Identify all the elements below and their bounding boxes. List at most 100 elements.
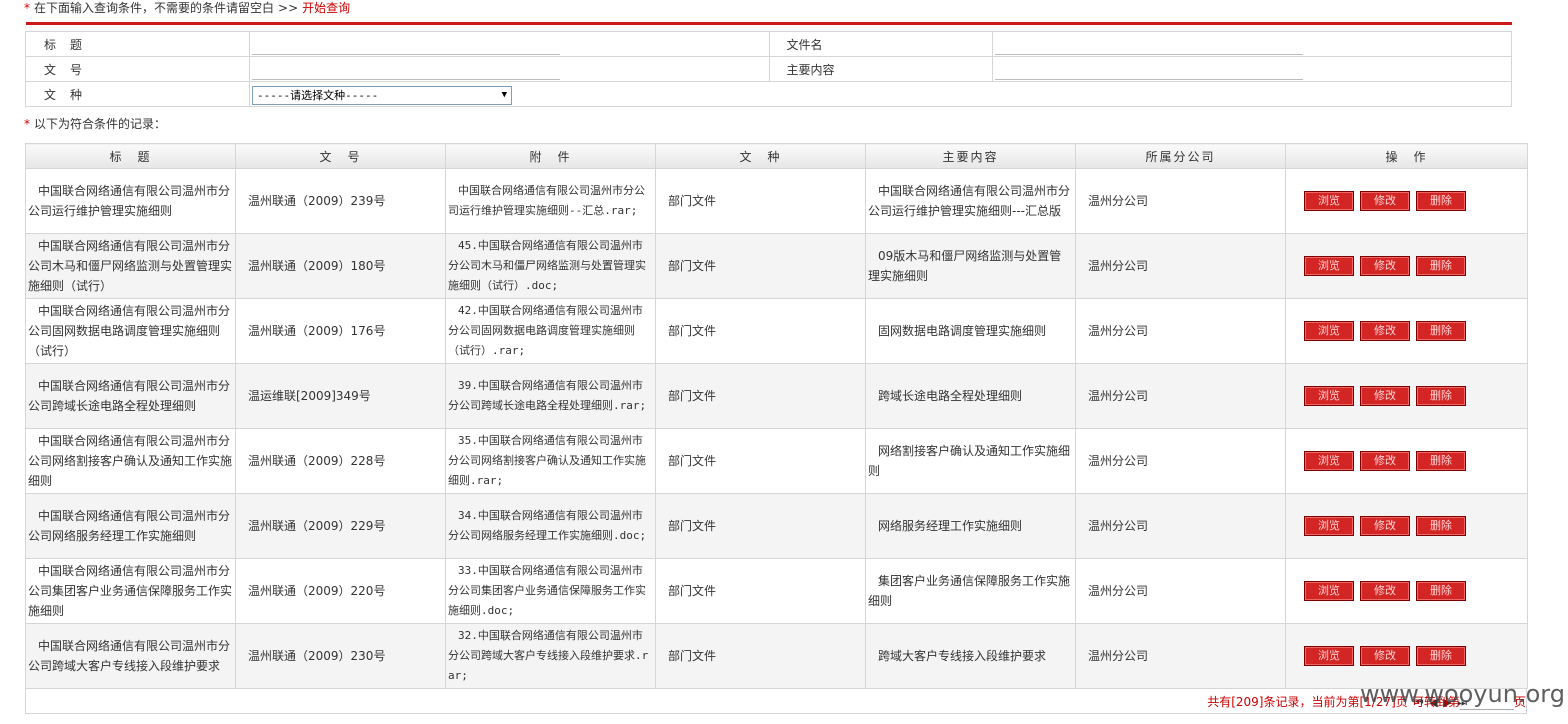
delete-button[interactable]: 删除 — [1416, 386, 1466, 406]
table-row: 中国联合网络通信有限公司温州市分公司网络割接客户确认及通知工作实施细则 温州联通… — [25, 428, 1528, 494]
cell-docno: 温州联通（2009）229号 — [235, 493, 446, 559]
cell-title: 中国联合网络通信有限公司温州市分公司运行维护管理实施细则 — [25, 168, 236, 234]
docno-input[interactable] — [252, 61, 560, 80]
col-header-attachment: 附 件 — [445, 143, 656, 169]
cell-attachment[interactable]: 45.中国联合网络通信有限公司温州市分公司木马和僵尸网络监测与处置管理实施细则（… — [445, 233, 656, 299]
content-label: 主要内容 — [768, 56, 993, 82]
cell-branch: 温州分公司 — [1075, 298, 1286, 364]
view-button[interactable]: 浏览 — [1304, 191, 1354, 211]
content-input[interactable] — [994, 61, 1303, 80]
cell-branch: 温州分公司 — [1075, 623, 1286, 689]
delete-button[interactable]: 删除 — [1416, 256, 1466, 276]
red-divider — [26, 22, 1512, 25]
cell-content: 跨域长途电路全程处理细则 — [865, 363, 1076, 429]
cell-branch: 温州分公司 — [1075, 168, 1286, 234]
cell-doctype: 部门文件 — [655, 233, 866, 299]
view-button[interactable]: 浏览 — [1304, 321, 1354, 341]
view-button[interactable]: 浏览 — [1304, 646, 1354, 666]
cell-attachment[interactable]: 32.中国联合网络通信有限公司温州市分公司跨域大客户专线接入段维护要求.rar; — [445, 623, 656, 689]
results-table: 标 题 文 号 附 件 文 种 主要内容 所属分公司 操 作 中国联合网络通信有… — [25, 143, 1528, 689]
table-row: 中国联合网络通信有限公司温州市分公司集团客户业务通信保障服务工作实施细则 温州联… — [25, 558, 1528, 624]
cell-docno: 温州联通（2009）220号 — [235, 558, 446, 624]
cell-title: 中国联合网络通信有限公司温州市分公司跨域大客户专线接入段维护要求 — [25, 623, 236, 689]
cell-docno: 温州联通（2009）239号 — [235, 168, 446, 234]
edit-button[interactable]: 修改 — [1360, 386, 1410, 406]
delete-button[interactable]: 删除 — [1416, 646, 1466, 666]
cell-content: 中国联合网络通信有限公司温州市分公司运行维护管理实施细则---汇总版 — [865, 168, 1076, 234]
cell-branch: 温州分公司 — [1075, 428, 1286, 494]
cell-attachment[interactable]: 34.中国联合网络通信有限公司温州市分公司网络服务经理工作实施细则.doc; — [445, 493, 656, 559]
cell-title: 中国联合网络通信有限公司温州市分公司网络割接客户确认及通知工作实施细则 — [25, 428, 236, 494]
cell-actions: 浏览 修改 删除 — [1285, 493, 1528, 559]
cell-title: 中国联合网络通信有限公司温州市分公司固网数据电路调度管理实施细则（试行） — [25, 298, 236, 364]
cell-doctype: 部门文件 — [655, 168, 866, 234]
table-row: 中国联合网络通信有限公司温州市分公司运行维护管理实施细则 温州联通（2009）2… — [25, 168, 1528, 234]
cell-docno: 温州联通（2009）180号 — [235, 233, 446, 299]
cell-content: 网络服务经理工作实施细则 — [865, 493, 1076, 559]
start-query-link[interactable]: 开始查询 — [302, 1, 350, 15]
cell-doctype: 部门文件 — [655, 298, 866, 364]
cell-doctype: 部门文件 — [655, 623, 866, 689]
cell-branch: 温州分公司 — [1075, 363, 1286, 429]
col-header-doctype: 文 种 — [655, 143, 866, 169]
results-hint-text: 以下为符合条件的记录： — [34, 117, 167, 131]
doctype-select[interactable]: -----请选择文种----- ▼ — [252, 85, 512, 105]
cell-actions: 浏览 修改 删除 — [1285, 623, 1528, 689]
col-header-docno: 文 号 — [235, 143, 446, 169]
cell-docno: 温运维联[2009]349号 — [235, 363, 446, 429]
view-button[interactable]: 浏览 — [1304, 386, 1354, 406]
filename-label: 文件名 — [768, 31, 993, 57]
delete-button[interactable]: 删除 — [1416, 581, 1466, 601]
delete-button[interactable]: 删除 — [1416, 321, 1466, 341]
table-row: 中国联合网络通信有限公司温州市分公司跨域大客户专线接入段维护要求 温州联通（20… — [25, 623, 1528, 689]
table-row: 中国联合网络通信有限公司温州市分公司跨域长途电路全程处理细则 温运维联[2009… — [25, 363, 1528, 429]
cell-actions: 浏览 修改 删除 — [1285, 233, 1528, 299]
doctype-select-value: -----请选择文种----- — [257, 88, 379, 102]
cell-branch: 温州分公司 — [1075, 493, 1286, 559]
table-row: 中国联合网络通信有限公司温州市分公司固网数据电路调度管理实施细则（试行） 温州联… — [25, 298, 1528, 364]
edit-button[interactable]: 修改 — [1360, 191, 1410, 211]
cell-attachment[interactable]: 中国联合网络通信有限公司温州市分公司运行维护管理实施细则--汇总.rar; — [445, 168, 656, 234]
cell-content: 网络割接客户确认及通知工作实施细则 — [865, 428, 1076, 494]
delete-button[interactable]: 删除 — [1416, 516, 1466, 536]
cell-title: 中国联合网络通信有限公司温州市分公司木马和僵尸网络监测与处置管理实施细则（试行） — [25, 233, 236, 299]
cell-docno: 温州联通（2009）228号 — [235, 428, 446, 494]
edit-button[interactable]: 修改 — [1360, 646, 1410, 666]
cell-title: 中国联合网络通信有限公司温州市分公司跨域长途电路全程处理细则 — [25, 363, 236, 429]
search-form: 标 题 文件名 文 号 主要内容 文 种 -----请选择文种----- ▼ — [25, 31, 1512, 107]
edit-button[interactable]: 修改 — [1360, 516, 1410, 536]
edit-button[interactable]: 修改 — [1360, 581, 1410, 601]
edit-button[interactable]: 修改 — [1360, 321, 1410, 341]
col-header-branch: 所属分公司 — [1075, 143, 1286, 169]
cell-attachment[interactable]: 42.中国联合网络通信有限公司温州市分公司固网数据电路调度管理实施细则（试行）.… — [445, 298, 656, 364]
delete-button[interactable]: 删除 — [1416, 451, 1466, 471]
cell-title: 中国联合网络通信有限公司温州市分公司网络服务经理工作实施细则 — [25, 493, 236, 559]
edit-button[interactable]: 修改 — [1360, 256, 1410, 276]
col-header-actions: 操 作 — [1285, 143, 1528, 169]
filename-input[interactable] — [994, 36, 1303, 55]
cell-doctype: 部门文件 — [655, 558, 866, 624]
cell-actions: 浏览 修改 删除 — [1285, 363, 1528, 429]
cell-title: 中国联合网络通信有限公司温州市分公司集团客户业务通信保障服务工作实施细则 — [25, 558, 236, 624]
title-label: 标 题 — [25, 31, 250, 57]
required-star-icon: * — [24, 117, 30, 131]
title-input[interactable] — [252, 36, 560, 55]
cell-doctype: 部门文件 — [655, 493, 866, 559]
cell-content: 集团客户业务通信保障服务工作实施细则 — [865, 558, 1076, 624]
view-button[interactable]: 浏览 — [1304, 516, 1354, 536]
doctype-label: 文 种 — [25, 81, 250, 107]
cell-attachment[interactable]: 33.中国联合网络通信有限公司温州市分公司集团客户业务通信保障服务工作实施细则.… — [445, 558, 656, 624]
cell-attachment[interactable]: 35.中国联合网络通信有限公司温州市分公司网络割接客户确认及通知工作实施细则.r… — [445, 428, 656, 494]
view-button[interactable]: 浏览 — [1304, 451, 1354, 471]
delete-button[interactable]: 删除 — [1416, 191, 1466, 211]
col-header-title: 标 题 — [25, 143, 236, 169]
cell-attachment[interactable]: 39.中国联合网络通信有限公司温州市分公司跨域长途电路全程处理细则.rar; — [445, 363, 656, 429]
cell-branch: 温州分公司 — [1075, 233, 1286, 299]
view-button[interactable]: 浏览 — [1304, 256, 1354, 276]
view-button[interactable]: 浏览 — [1304, 581, 1354, 601]
query-hint-text: 在下面输入查询条件，不需要的条件请留空白 — [34, 1, 275, 15]
cell-branch: 温州分公司 — [1075, 558, 1286, 624]
col-header-content: 主要内容 — [865, 143, 1076, 169]
cell-actions: 浏览 修改 删除 — [1285, 168, 1528, 234]
edit-button[interactable]: 修改 — [1360, 451, 1410, 471]
